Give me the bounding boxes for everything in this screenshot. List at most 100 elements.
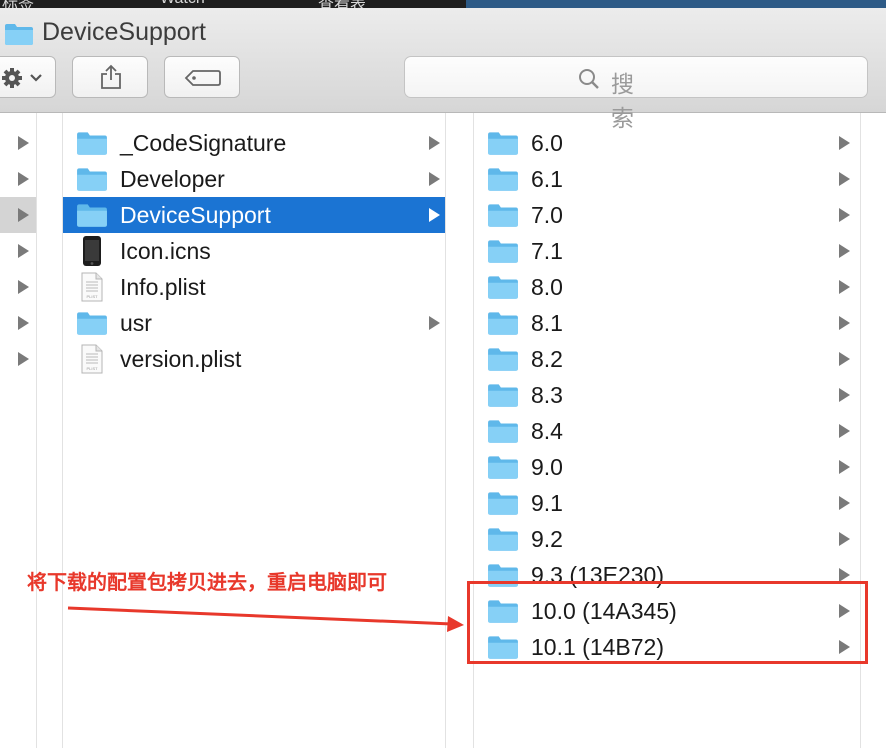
file-row[interactable]: DeviceSupport — [63, 197, 445, 233]
parent-row[interactable] — [0, 305, 36, 341]
version-folder-row[interactable]: 9.0 — [474, 449, 860, 485]
file-row[interactable]: _CodeSignature — [63, 125, 445, 161]
folder-icon — [76, 202, 108, 233]
window-title: DeviceSupport — [42, 18, 206, 46]
version-folder-row[interactable]: 6.0 — [474, 125, 860, 161]
file-name: usr — [120, 310, 152, 336]
folder-name: 6.0 — [531, 130, 563, 156]
disclosure-arrow-icon — [429, 136, 440, 150]
column-parent[interactable] — [0, 113, 37, 748]
file-name: DeviceSupport — [120, 202, 271, 228]
file-name: version.plist — [120, 346, 242, 372]
disclosure-arrow-icon — [839, 316, 850, 330]
iphone-icon — [82, 235, 102, 272]
disclosure-arrow-icon — [839, 172, 850, 186]
folder-icon — [76, 310, 108, 341]
menubar-item-2[interactable]: Watch — [160, 0, 205, 8]
parent-row[interactable] — [0, 341, 36, 377]
gear-icon — [2, 68, 22, 88]
annotation-highlight-box — [467, 581, 868, 664]
folder-name: 8.4 — [531, 418, 563, 444]
disclosure-arrow-icon — [18, 280, 29, 294]
folder-name: 7.0 — [531, 202, 563, 228]
column-contents[interactable]: _CodeSignature Developer DeviceSupport Icon… — [62, 113, 446, 748]
disclosure-arrow-icon — [839, 568, 850, 582]
menubar-item-3[interactable]: 查看表 — [318, 0, 366, 8]
chevron-down-icon — [30, 74, 42, 82]
file-row[interactable]: usr — [63, 305, 445, 341]
disclosure-arrow-icon — [839, 496, 850, 510]
toolbar: DeviceSupport 搜索 — [0, 8, 886, 131]
folder-icon — [487, 310, 519, 341]
version-folder-row[interactable]: 9.1 — [474, 485, 860, 521]
folder-icon — [487, 346, 519, 377]
folder-name: 7.1 — [531, 238, 563, 264]
folder-icon — [487, 382, 519, 413]
disclosure-arrow-icon — [429, 316, 440, 330]
disclosure-arrow-icon — [18, 316, 29, 330]
parent-row-selected[interactable] — [0, 197, 36, 233]
disclosure-arrow-icon — [18, 208, 29, 222]
parent-row[interactable] — [0, 269, 36, 305]
disclosure-arrow-icon — [18, 244, 29, 258]
folder-name: 8.1 — [531, 310, 563, 336]
file-name: Info.plist — [120, 274, 206, 300]
disclosure-arrow-icon — [18, 352, 29, 366]
file-name: Developer — [120, 166, 225, 192]
plist-file-icon: PLIST — [80, 344, 104, 379]
menubar-highlight — [466, 0, 886, 8]
disclosure-arrow-icon — [429, 208, 440, 222]
version-folder-row[interactable]: 8.4 — [474, 413, 860, 449]
disclosure-arrow-icon — [839, 532, 850, 546]
folder-icon — [487, 418, 519, 449]
svg-text:PLIST: PLIST — [86, 294, 98, 299]
file-row[interactable]: Icon.icns — [63, 233, 445, 269]
annotation-text: 将下载的配置包拷贝进去，重启电脑即可 — [27, 572, 387, 594]
share-icon — [101, 64, 121, 89]
search-field[interactable]: 搜索 — [404, 56, 868, 131]
parent-row[interactable] — [0, 233, 36, 269]
version-folder-row[interactable]: 8.3 — [474, 377, 860, 413]
tag-icon — [184, 70, 221, 86]
tag-button[interactable] — [164, 56, 240, 98]
disclosure-arrow-icon — [839, 460, 850, 474]
svg-text:PLIST: PLIST — [86, 366, 98, 371]
disclosure-arrow-icon — [839, 280, 850, 294]
folder-icon — [487, 166, 519, 197]
folder-name: 8.3 — [531, 382, 563, 408]
folder-icon — [487, 526, 519, 557]
version-folder-row[interactable]: 7.1 — [474, 233, 860, 269]
disclosure-arrow-icon — [18, 136, 29, 150]
disclosure-arrow-icon — [839, 244, 850, 258]
share-button[interactable] — [72, 56, 148, 98]
parent-row[interactable] — [0, 161, 36, 197]
folder-icon — [487, 238, 519, 269]
file-name: _CodeSignature — [120, 130, 287, 156]
file-row[interactable]: PLIST version.plist — [63, 341, 445, 377]
parent-row[interactable] — [0, 125, 36, 161]
folder-icon — [76, 130, 108, 161]
version-folder-row[interactable]: 9.2 — [474, 521, 860, 557]
file-row[interactable]: Developer — [63, 161, 445, 197]
folder-icon — [487, 202, 519, 233]
folder-name: 9.2 — [531, 526, 563, 552]
folder-name: 9.0 — [531, 454, 563, 480]
folder-name: 8.2 — [531, 346, 563, 372]
version-folder-row[interactable]: 7.0 — [474, 197, 860, 233]
disclosure-arrow-icon — [429, 172, 440, 186]
file-name: Icon.icns — [120, 238, 211, 264]
version-folder-row[interactable]: 8.0 — [474, 269, 860, 305]
folder-icon — [76, 166, 108, 197]
folder-icon — [487, 130, 519, 161]
disclosure-arrow-icon — [839, 352, 850, 366]
action-button[interactable] — [0, 56, 56, 98]
version-folder-row[interactable]: 8.2 — [474, 341, 860, 377]
menubar-item-1[interactable]: 标签 — [2, 0, 34, 8]
folder-name: 8.0 — [531, 274, 563, 300]
disclosure-arrow-icon — [839, 136, 850, 150]
version-folder-row[interactable]: 6.1 — [474, 161, 860, 197]
version-folder-row[interactable]: 8.1 — [474, 305, 860, 341]
file-row[interactable]: PLIST Info.plist — [63, 269, 445, 305]
plist-file-icon: PLIST — [80, 272, 104, 307]
menubar-strip: 标签 Watch 查看表 — [0, 0, 886, 8]
